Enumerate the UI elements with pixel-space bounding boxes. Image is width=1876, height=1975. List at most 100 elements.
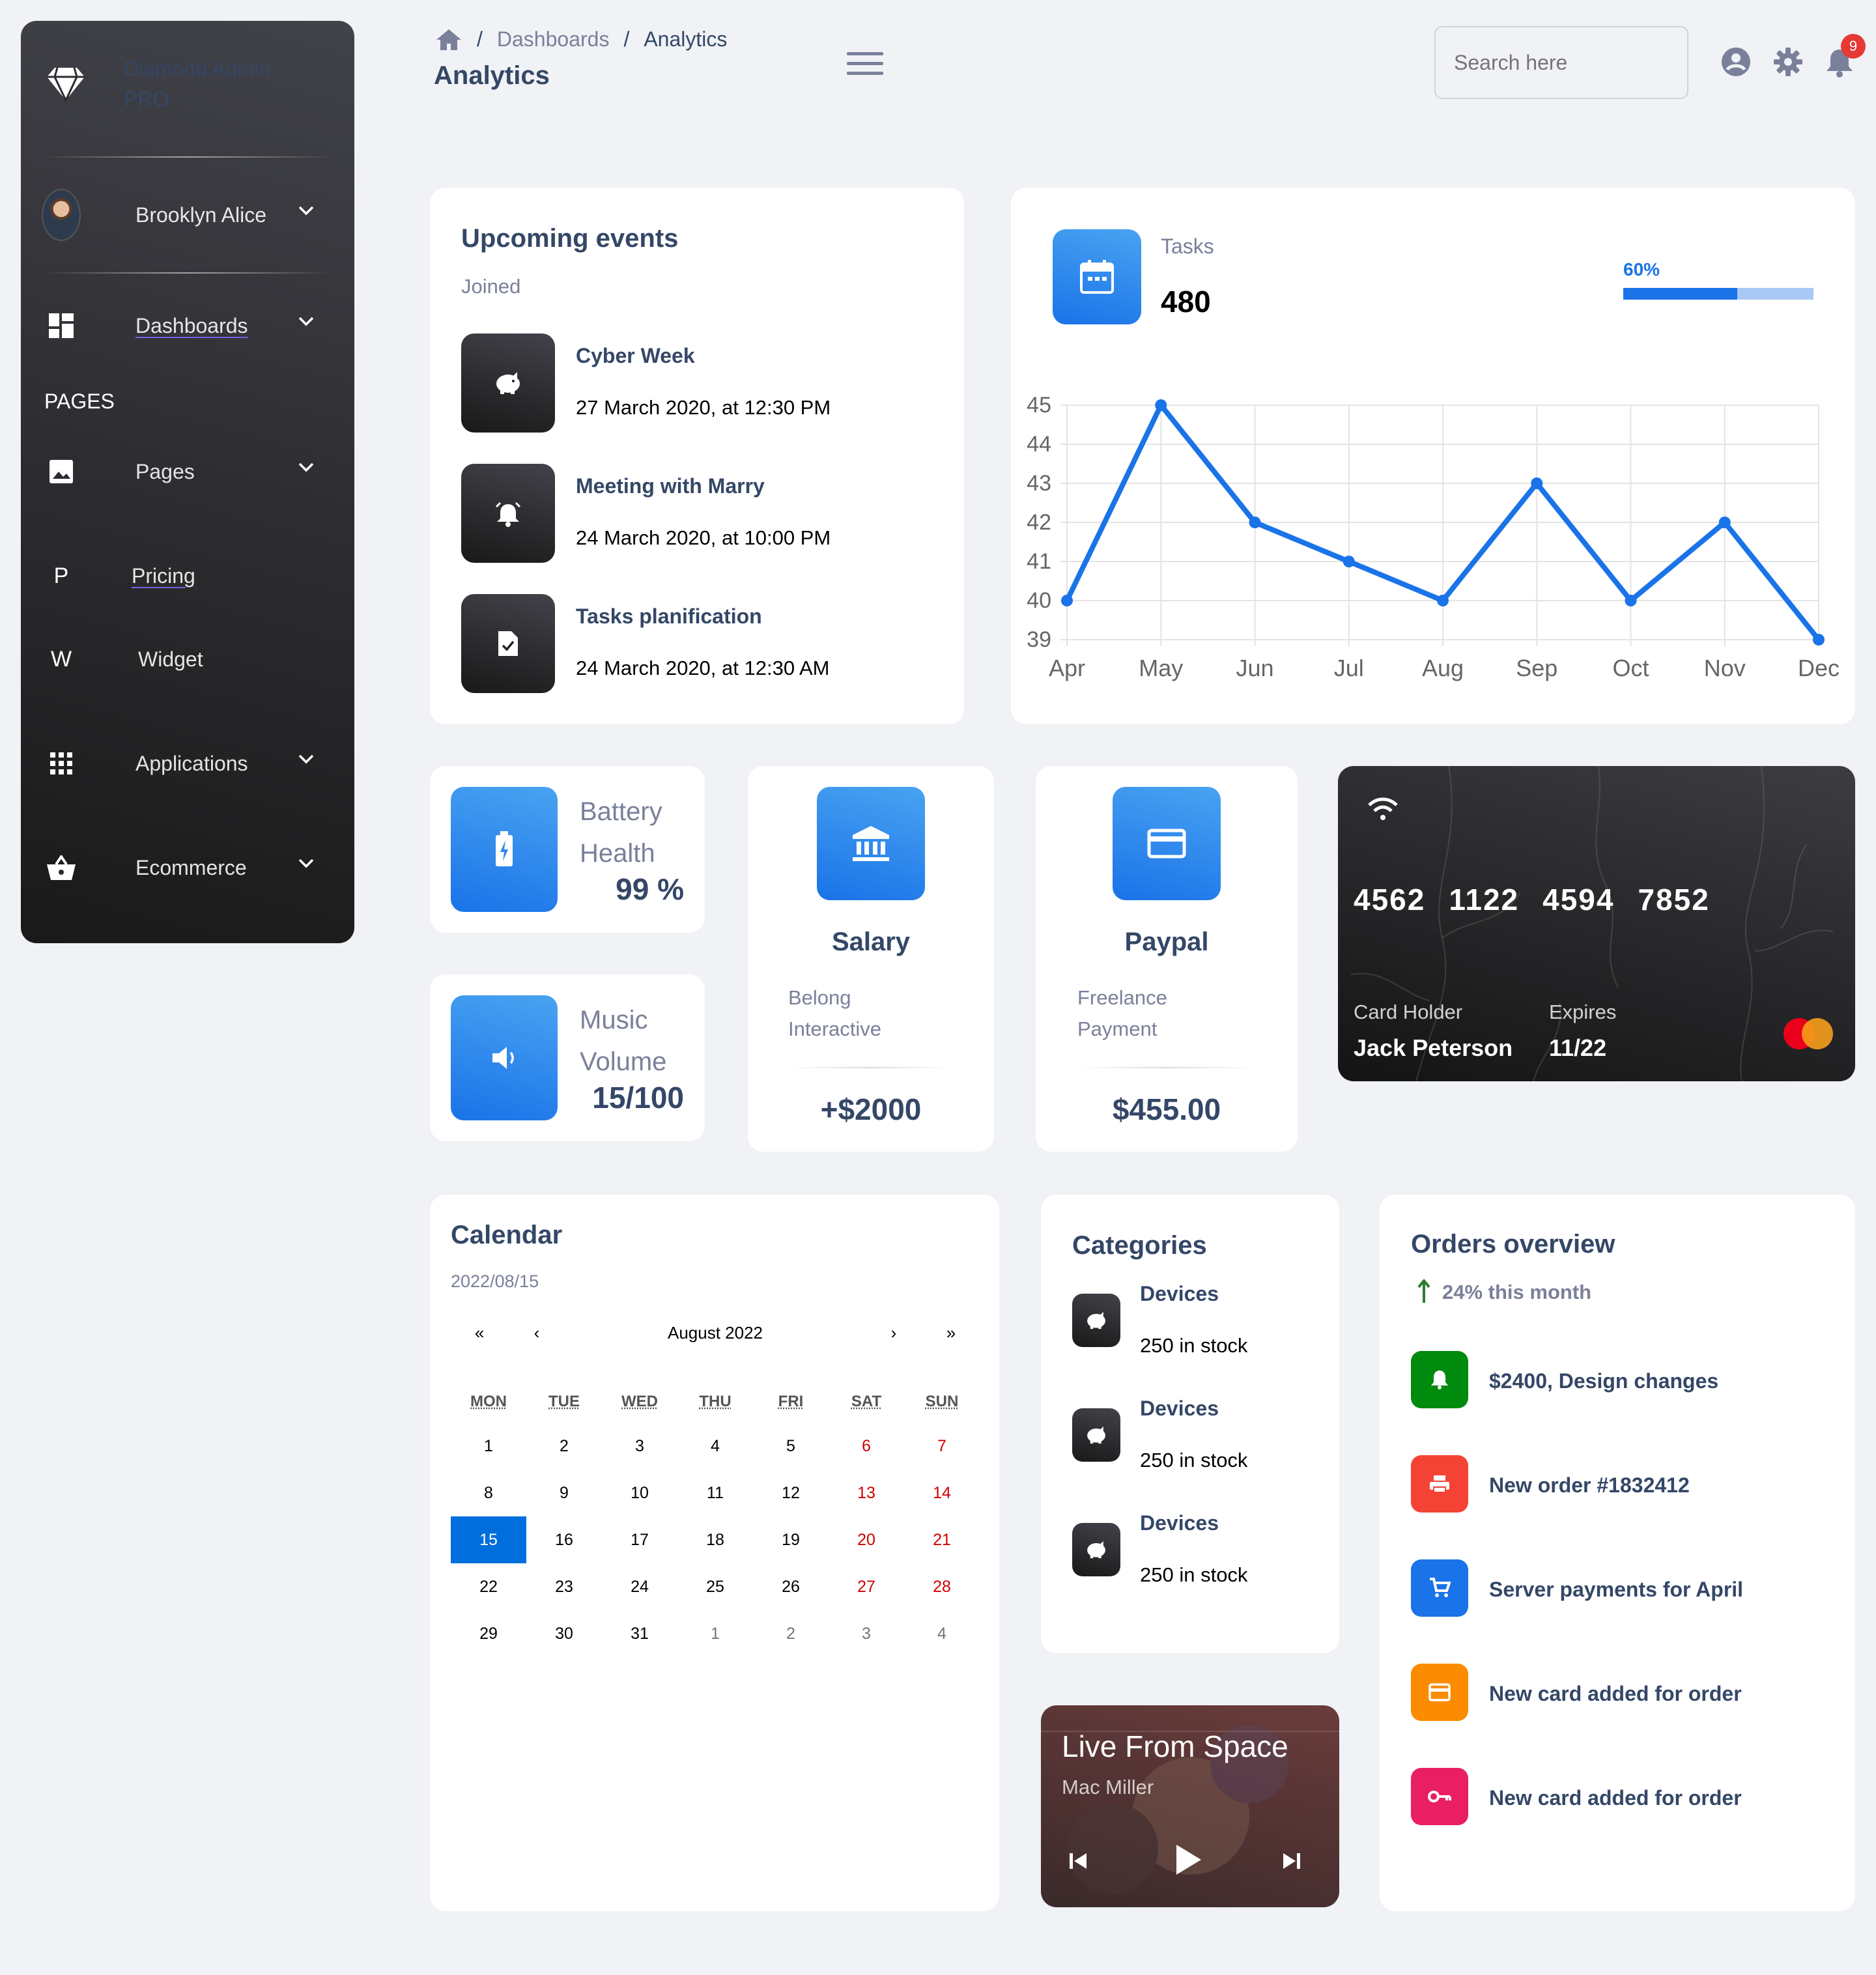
play-icon[interactable] xyxy=(1174,1843,1202,1876)
tasks-label: Tasks xyxy=(1161,234,1214,258)
calendar-day[interactable]: 3 xyxy=(602,1423,677,1470)
data-point[interactable] xyxy=(1249,517,1261,528)
calendar-day[interactable]: 6 xyxy=(829,1423,904,1470)
calendar-day[interactable]: 28 xyxy=(904,1563,980,1610)
calendar-day[interactable]: 8 xyxy=(451,1470,526,1516)
y-tick-label: 42 xyxy=(1027,510,1051,535)
data-point[interactable] xyxy=(1155,399,1167,411)
account-icon[interactable] xyxy=(1721,47,1751,77)
previous-track-icon[interactable] xyxy=(1068,1851,1088,1871)
sidebar-item-dashboards[interactable]: Dashboards xyxy=(42,300,315,352)
calendar-prev-year-button[interactable]: « xyxy=(451,1323,508,1343)
sidebar-item-ecommerce[interactable]: Ecommerce xyxy=(42,842,315,894)
data-point[interactable] xyxy=(1343,556,1355,567)
data-point[interactable] xyxy=(1061,595,1073,606)
sidebar-item-widget[interactable]: W Widget xyxy=(42,633,315,685)
order-item-label[interactable]: $2400, Design changes xyxy=(1489,1369,1718,1393)
calendar-day[interactable]: 22 xyxy=(451,1563,526,1610)
sidebar-divider xyxy=(42,156,334,158)
event-title[interactable]: Cyber Week xyxy=(576,344,695,368)
data-point[interactable] xyxy=(1531,477,1543,489)
home-icon[interactable] xyxy=(435,28,462,51)
event-title[interactable]: Meeting with Marry xyxy=(576,474,765,498)
battery-label-2: Health xyxy=(580,839,655,868)
category-name[interactable]: Devices xyxy=(1140,1511,1219,1535)
calendar-day[interactable]: 14 xyxy=(904,1470,980,1516)
calendar-day[interactable]: 15 xyxy=(451,1516,526,1563)
calendar-day[interactable]: 9 xyxy=(526,1470,602,1516)
calendar-prev-month-button[interactable]: ‹ xyxy=(508,1323,565,1343)
calendar-day[interactable]: 7 xyxy=(904,1423,980,1470)
calendar-month-label[interactable]: August 2022 xyxy=(565,1323,865,1343)
calendar-day[interactable]: 21 xyxy=(904,1516,980,1563)
sidebar-item-applications[interactable]: Applications xyxy=(42,737,315,789)
tasks-line-chart: 45 44 43 42 41 40 39 Apr May Jun Jul Aug Sep Oct Nov De… xyxy=(1027,393,1840,681)
card-number: 4562 1122 4594 7852 xyxy=(1354,882,1710,917)
search-input[interactable] xyxy=(1434,26,1688,99)
calendar-day[interactable]: 10 xyxy=(602,1470,677,1516)
order-item-label[interactable]: New order #1832412 xyxy=(1489,1473,1690,1498)
calendar-day[interactable]: 20 xyxy=(829,1516,904,1563)
calendar-day[interactable]: 1 xyxy=(677,1610,753,1657)
order-item-label[interactable]: Server payments for April xyxy=(1489,1578,1743,1602)
brand[interactable]: Diamond Admin PRO xyxy=(47,42,307,126)
alarm-icon xyxy=(494,499,522,528)
data-point[interactable] xyxy=(1718,517,1731,528)
calendar-day[interactable]: 12 xyxy=(753,1470,829,1516)
paypal-title: Paypal xyxy=(1124,928,1209,956)
calendar-day[interactable]: 2 xyxy=(753,1610,829,1657)
calendar-day[interactable]: 31 xyxy=(602,1610,677,1657)
menu-toggle-icon[interactable] xyxy=(847,51,883,77)
calendar-day[interactable]: 30 xyxy=(526,1610,602,1657)
calendar-day[interactable]: 11 xyxy=(677,1470,753,1516)
key-icon xyxy=(1427,1789,1452,1804)
order-item-label[interactable]: New card added for order xyxy=(1489,1786,1742,1810)
calendar-day[interactable]: 5 xyxy=(753,1423,829,1470)
order-item-label[interactable]: New card added for order xyxy=(1489,1682,1742,1706)
calendar-day[interactable]: 25 xyxy=(677,1563,753,1610)
calendar-day[interactable]: 3 xyxy=(829,1610,904,1657)
data-point[interactable] xyxy=(1625,595,1637,606)
calendar-day[interactable]: 26 xyxy=(753,1563,829,1610)
calendar-day[interactable]: 23 xyxy=(526,1563,602,1610)
chevron-down-icon xyxy=(297,461,315,474)
calendar-day[interactable]: 19 xyxy=(753,1516,829,1563)
printer-icon xyxy=(1428,1474,1451,1494)
calendar-next-year-button[interactable]: » xyxy=(922,1323,980,1343)
calendar-day[interactable]: 17 xyxy=(602,1516,677,1563)
data-point[interactable] xyxy=(1437,595,1449,606)
y-tick-label: 41 xyxy=(1027,549,1051,574)
calendar-day[interactable]: 1 xyxy=(451,1423,526,1470)
cart-icon xyxy=(1428,1578,1451,1598)
sidebar-user[interactable]: Brooklyn Alice xyxy=(42,189,315,241)
y-tick-label: 39 xyxy=(1027,627,1051,652)
calendar-day[interactable]: 4 xyxy=(904,1610,980,1657)
category-name[interactable]: Devices xyxy=(1140,1397,1219,1421)
x-tick-label: Aug xyxy=(1422,655,1464,681)
sidebar-item-pages[interactable]: Pages xyxy=(42,446,315,498)
calendar-day[interactable]: 13 xyxy=(829,1470,904,1516)
calendar-next-month-button[interactable]: › xyxy=(865,1323,922,1343)
order-icon-box xyxy=(1411,1559,1468,1617)
calendar-day[interactable]: 4 xyxy=(677,1423,753,1470)
calendar-day[interactable]: 27 xyxy=(829,1563,904,1610)
calendar-day[interactable]: 2 xyxy=(526,1423,602,1470)
next-track-icon[interactable] xyxy=(1282,1851,1301,1871)
event-title[interactable]: Tasks planification xyxy=(576,604,762,629)
calendar-day[interactable]: 16 xyxy=(526,1516,602,1563)
settings-icon[interactable] xyxy=(1773,47,1803,77)
diamond-icon xyxy=(47,66,85,102)
event-icon-box xyxy=(461,334,555,433)
breadcrumb-item-dashboards[interactable]: Dashboards xyxy=(497,27,610,51)
calendar-day[interactable]: 24 xyxy=(602,1563,677,1610)
calendar-day[interactable]: 29 xyxy=(451,1610,526,1657)
events-title: Upcoming events xyxy=(461,224,679,253)
bell-icon xyxy=(1430,1369,1449,1390)
data-point[interactable] xyxy=(1813,634,1825,646)
calendar-day[interactable]: 18 xyxy=(677,1516,753,1563)
tasks-progress-label: 60% xyxy=(1623,259,1660,279)
category-name[interactable]: Devices xyxy=(1140,1282,1219,1306)
sidebar-item-pricing[interactable]: P Pricing xyxy=(42,550,315,602)
widget-letter-icon: W xyxy=(50,646,72,672)
calendar-grid: MON TUE WED THU FRI SAT SUN 1 2 3 4 5 6 7 8 9 10 1… xyxy=(451,1381,980,1657)
